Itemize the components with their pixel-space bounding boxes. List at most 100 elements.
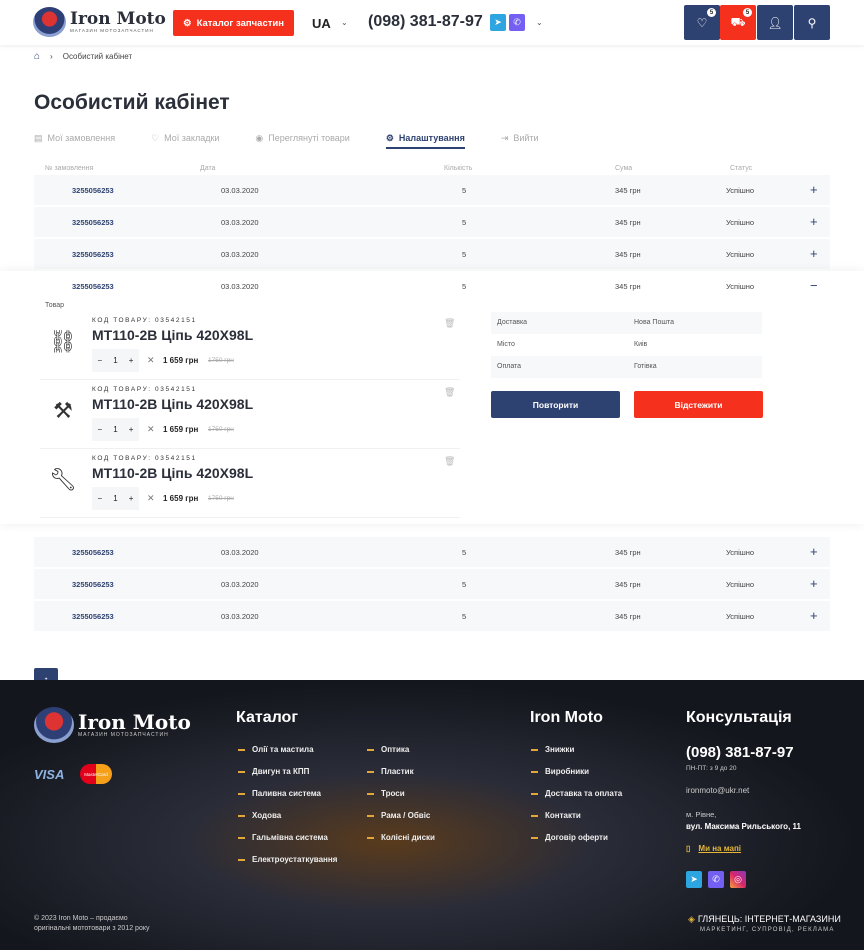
order-number[interactable]: 3255056253 <box>72 186 114 195</box>
telegram-icon[interactable]: ➤ <box>686 871 702 888</box>
footer-catalog-link[interactable]: Рама / Обвіс <box>366 811 430 820</box>
quantity-value[interactable]: 1 <box>113 494 117 503</box>
quantity-value[interactable]: 1 <box>113 425 117 434</box>
viber-icon[interactable]: ✆ <box>509 14 525 31</box>
map-link[interactable]: ▯ Ми на мапі <box>686 844 741 853</box>
minus-button[interactable]: − <box>98 494 103 503</box>
table-row[interactable]: 3255056253 03.03.2020 5 345 грн Успішно − <box>34 271 830 301</box>
logo[interactable]: Iron Moto МАГАЗИН МОТОЗАПЧАСТИН <box>33 7 166 37</box>
footer-catalog-link[interactable]: Троси <box>367 789 405 798</box>
repeat-order-button[interactable]: Повторити <box>491 391 620 418</box>
product-image[interactable]: ⚒ <box>42 393 84 429</box>
expand-toggle-icon[interactable]: − <box>810 278 818 293</box>
product-name[interactable]: MT110-2B Ціпь 420X98L <box>92 465 253 481</box>
footer-phone[interactable]: (098) 381-87-97 <box>686 744 794 761</box>
footer-catalog-link[interactable]: Електроустаткування <box>237 855 337 864</box>
header-phone[interactable]: (098) 381-87-97 <box>368 13 483 31</box>
home-icon[interactable]: ⌂ <box>34 51 40 62</box>
expand-toggle-icon[interactable]: + <box>810 214 818 229</box>
expand-toggle-icon[interactable]: + <box>810 608 818 623</box>
footer-info-link[interactable]: Контакти <box>531 811 581 820</box>
logo-icon <box>33 7 66 37</box>
cart-button[interactable]: ⛟ 5 <box>720 5 756 40</box>
footer-logo[interactable]: Iron Moto МАГАЗИН МОТОЗАПЧАСТИН <box>34 707 191 743</box>
footer-consult-title: Консультація <box>686 709 792 726</box>
footer-catalog-link[interactable]: Оптика <box>366 745 409 754</box>
product-name[interactable]: MT110-2B Ціпь 420X98L <box>92 327 253 343</box>
plus-button[interactable]: + <box>129 356 134 365</box>
chevron-down-icon[interactable]: ⌄ <box>341 18 348 27</box>
column-header: Кількість <box>444 165 473 172</box>
footer-catalog-link[interactable]: Гальмівна система <box>238 833 328 842</box>
trash-icon[interactable]: 🗑︎ <box>444 318 455 329</box>
order-sum: 345 грн <box>615 612 641 621</box>
wishlist-button[interactable]: ♡ 5 <box>684 5 720 40</box>
footer-catalog-link[interactable]: Ходова <box>237 811 281 820</box>
footer-catalog-link[interactable]: Колісні диски <box>367 833 435 842</box>
language-select[interactable]: UA <box>312 16 331 31</box>
trash-icon[interactable]: 🗑︎ <box>444 387 455 398</box>
table-row[interactable]: 3255056253 03.03.2020 5 345 грн Успішно + <box>34 537 830 567</box>
footer-info-link[interactable]: Доставка та оплата <box>530 789 622 798</box>
expand-toggle-icon[interactable]: + <box>810 246 818 261</box>
expand-toggle-icon[interactable]: + <box>810 544 818 559</box>
product-image[interactable]: 🔧︎ <box>42 462 84 498</box>
info-label: Місто <box>497 341 515 348</box>
track-order-button[interactable]: Відстежити <box>634 391 763 418</box>
multiply-icon: ✕ <box>147 424 155 434</box>
quantity-stepper[interactable]: − 1 + <box>92 349 139 372</box>
quantity-value[interactable]: 1 <box>113 356 117 365</box>
tab-label: Мої закладки <box>164 133 220 143</box>
catalog-button[interactable]: ⚙ Каталог запчастин <box>173 10 294 36</box>
footer-catalog-link[interactable]: Двигун та КПП <box>237 767 309 776</box>
product-image[interactable]: ⛓ <box>42 324 84 360</box>
table-row[interactable]: 3255056253 03.03.2020 5 345 грн Успішно + <box>34 239 830 269</box>
tab-1[interactable]: ♡ Мої закладки <box>151 130 219 149</box>
quantity-stepper[interactable]: − 1 + <box>92 418 139 441</box>
plus-button[interactable]: + <box>129 425 134 434</box>
tab-3[interactable]: ⚙ Налаштування <box>385 130 465 149</box>
order-date: 03.03.2020 <box>221 580 259 589</box>
footer-catalog-link[interactable]: Паливна система <box>238 789 321 798</box>
order-status: Успішно <box>726 218 755 227</box>
expand-toggle-icon[interactable]: + <box>810 182 818 197</box>
footer-catalog-link[interactable]: Пластик <box>367 767 414 776</box>
order-number[interactable]: 3255056253 <box>72 548 114 557</box>
table-row[interactable]: 3255056253 03.03.2020 5 345 грн Успішно + <box>34 601 830 631</box>
minus-button[interactable]: − <box>98 356 103 365</box>
order-number[interactable]: 3255056253 <box>72 250 114 259</box>
order-number[interactable]: 3255056253 <box>72 218 114 227</box>
expand-toggle-icon[interactable]: + <box>810 576 818 591</box>
box-icon: ▤ <box>34 133 43 143</box>
tab-2[interactable]: ◉ Переглянуті товари <box>255 130 349 149</box>
order-number[interactable]: 3255056253 <box>72 612 114 621</box>
chevron-down-icon[interactable]: ⌄ <box>536 18 543 27</box>
table-row[interactable]: 3255056253 03.03.2020 5 345 грн Успішно + <box>34 207 830 237</box>
trash-icon[interactable]: 🗑︎ <box>444 456 455 467</box>
order-number[interactable]: 3255056253 <box>72 282 114 291</box>
developer-logo[interactable]: ◈ ГЛЯНЕЦЬ: ІНТЕРНЕТ-МАГАЗИНИ <box>688 914 841 925</box>
table-row[interactable]: 3255056253 03.03.2020 5 345 грн Успішно + <box>34 175 830 205</box>
product-name[interactable]: MT110-2B Ціпь 420X98L <box>92 396 253 412</box>
plus-button[interactable]: + <box>129 494 134 503</box>
minus-button[interactable]: − <box>98 425 103 434</box>
order-sum: 345 грн <box>615 250 641 259</box>
quantity-stepper[interactable]: − 1 + <box>92 487 139 510</box>
tab-4[interactable]: ⇥ Вийти <box>501 130 539 149</box>
table-row[interactable]: 3255056253 03.03.2020 5 345 грн Успішно + <box>34 569 830 599</box>
viber-icon[interactable]: ✆ <box>708 871 724 888</box>
tab-label: Переглянуті товари <box>268 133 350 143</box>
eye-icon: ◉ <box>255 133 264 143</box>
search-button[interactable]: ⚲ <box>794 5 830 40</box>
instagram-icon[interactable]: ◎ <box>730 871 746 888</box>
footer-info-link[interactable]: Знижки <box>530 745 574 754</box>
tab-0[interactable]: ▤ Мої замовлення <box>34 130 115 149</box>
footer-email[interactable]: ironmoto@ukr.net <box>686 786 749 795</box>
footer-catalog-link[interactable]: Олії та мастила <box>238 745 314 754</box>
map-icon: ▯ <box>686 844 691 853</box>
footer-info-link[interactable]: Договір оферти <box>531 833 608 842</box>
account-button[interactable]: 👤︎ <box>757 5 793 40</box>
telegram-icon[interactable]: ➤ <box>490 14 506 31</box>
order-number[interactable]: 3255056253 <box>72 580 114 589</box>
footer-info-link[interactable]: Виробники <box>530 767 589 776</box>
